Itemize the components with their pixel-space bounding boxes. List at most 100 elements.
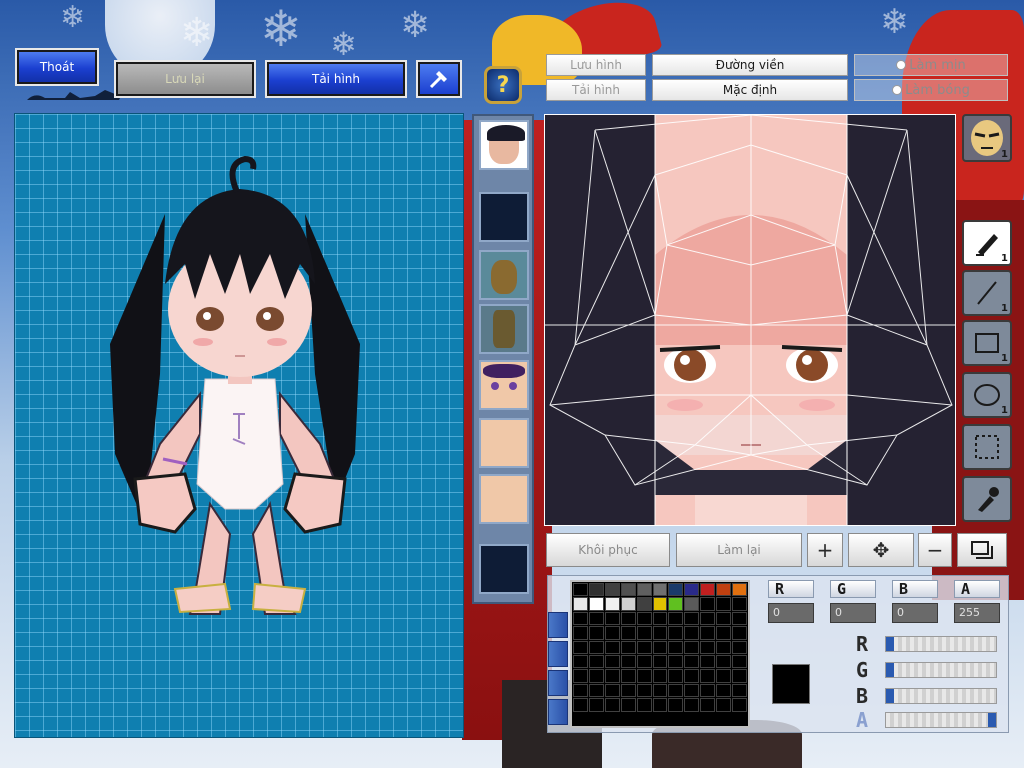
palette-swatch[interactable] — [620, 654, 636, 669]
skin-thumb-6[interactable] — [479, 418, 529, 468]
palette-swatch[interactable] — [620, 597, 636, 611]
palette-swatch[interactable] — [573, 683, 588, 698]
palette-swatch[interactable] — [700, 698, 716, 712]
palette-swatch[interactable] — [700, 669, 716, 683]
palette-swatch[interactable] — [716, 683, 732, 698]
palette-swatch[interactable] — [636, 669, 652, 683]
palette-tab-1[interactable] — [548, 612, 568, 638]
palette-swatch[interactable] — [700, 611, 716, 626]
redo-button[interactable]: Làm lại — [676, 533, 802, 567]
rect-tool[interactable]: 1 — [962, 320, 1012, 366]
palette-swatch[interactable] — [652, 640, 668, 654]
palette-swatch[interactable] — [652, 626, 668, 640]
palette-swatch[interactable] — [652, 597, 668, 611]
eyedropper-tool[interactable] — [962, 476, 1012, 522]
palette-swatch[interactable] — [620, 611, 636, 626]
palette-swatch[interactable] — [668, 654, 684, 669]
green-slider[interactable] — [885, 662, 997, 678]
palette-tab-2[interactable] — [548, 641, 568, 667]
alpha-slider[interactable] — [885, 712, 997, 728]
face-thumb-5[interactable] — [479, 360, 529, 410]
palette-swatch[interactable] — [700, 683, 716, 698]
blue-slider-knob[interactable] — [886, 689, 894, 703]
palette-swatch[interactable] — [716, 640, 732, 654]
red-value-field[interactable]: 0 — [768, 603, 814, 623]
palette-swatch[interactable] — [684, 669, 700, 683]
palette-swatch[interactable] — [604, 626, 620, 640]
empty-thumb-8[interactable] — [479, 544, 529, 594]
palette-swatch[interactable] — [588, 698, 604, 712]
palette-swatch[interactable] — [700, 626, 716, 640]
palette-swatch[interactable] — [652, 654, 668, 669]
save-image-tab[interactable]: Lưu hình — [546, 54, 646, 76]
palette-swatch[interactable] — [700, 597, 716, 611]
palette-swatch[interactable] — [573, 669, 588, 683]
layer-button[interactable] — [957, 533, 1007, 567]
palette-swatch[interactable] — [668, 611, 684, 626]
palette-swatch[interactable] — [668, 669, 684, 683]
palette-swatch[interactable] — [588, 654, 604, 669]
palette-swatch[interactable] — [604, 597, 620, 611]
palette-swatch[interactable] — [604, 583, 620, 597]
palette-swatch[interactable] — [588, 640, 604, 654]
palette-tab-3[interactable] — [548, 670, 568, 696]
alpha-value-field[interactable]: 255 — [954, 603, 1000, 623]
ellipse-tool[interactable]: 1 — [962, 372, 1012, 418]
blue-value-field[interactable]: 0 — [892, 603, 938, 623]
palette-swatch[interactable] — [620, 698, 636, 712]
avatar-tool[interactable]: 1 — [962, 114, 1012, 162]
shine-option[interactable]: Làm bóng — [854, 79, 1008, 101]
outline-tab[interactable]: Đường viền — [652, 54, 848, 76]
palette-swatch[interactable] — [732, 654, 747, 669]
skin-thumb-7[interactable] — [479, 474, 529, 524]
palette-swatch[interactable] — [732, 611, 747, 626]
palette-swatch[interactable] — [588, 597, 604, 611]
palette-swatch[interactable] — [652, 669, 668, 683]
zoom-in-button[interactable]: + — [807, 533, 843, 567]
move-button[interactable]: ✥ — [848, 533, 914, 567]
palette-swatch[interactable] — [652, 611, 668, 626]
select-tool[interactable] — [962, 424, 1012, 470]
palette-swatch[interactable] — [668, 597, 684, 611]
palette-swatch[interactable] — [573, 583, 588, 597]
palette-swatch[interactable] — [620, 626, 636, 640]
exit-button[interactable]: Thoát — [15, 48, 99, 86]
palette-swatch[interactable] — [620, 640, 636, 654]
palette-swatch[interactable] — [732, 626, 747, 640]
palette-swatch[interactable] — [684, 640, 700, 654]
palette-swatch[interactable] — [700, 583, 716, 597]
palette-swatch[interactable] — [668, 626, 684, 640]
palette-swatch[interactable] — [732, 640, 747, 654]
palette-swatch[interactable] — [700, 640, 716, 654]
palette-swatch[interactable] — [652, 698, 668, 712]
palette-swatch[interactable] — [732, 698, 747, 712]
palette-swatch[interactable] — [620, 583, 636, 597]
load-image-tab[interactable]: Tải hình — [546, 79, 646, 101]
palette-swatch[interactable] — [620, 669, 636, 683]
palette-swatch[interactable] — [636, 698, 652, 712]
hammer-button[interactable] — [416, 60, 462, 98]
palette-swatch[interactable] — [716, 583, 732, 597]
palette-swatch[interactable] — [716, 698, 732, 712]
palette-swatch[interactable] — [732, 669, 747, 683]
palette-swatch[interactable] — [636, 626, 652, 640]
palette-swatch[interactable] — [573, 654, 588, 669]
palette-swatch[interactable] — [588, 669, 604, 683]
palette-swatch[interactable] — [588, 611, 604, 626]
palette-swatch[interactable] — [716, 654, 732, 669]
palette-swatch[interactable] — [604, 669, 620, 683]
palette-tab-4[interactable] — [548, 699, 568, 725]
palette-swatch[interactable] — [588, 583, 604, 597]
line-tool[interactable]: 1 — [962, 270, 1012, 316]
palette-swatch[interactable] — [684, 597, 700, 611]
palette-swatch[interactable] — [684, 683, 700, 698]
palette-swatch[interactable] — [636, 597, 652, 611]
palette-swatch[interactable] — [652, 583, 668, 597]
character-preview[interactable] — [14, 113, 464, 738]
help-button[interactable]: ? — [484, 66, 522, 104]
palette-swatch[interactable] — [636, 640, 652, 654]
palette-swatch[interactable] — [684, 583, 700, 597]
empty-thumb-2[interactable] — [479, 192, 529, 242]
palette-swatch[interactable] — [732, 683, 747, 698]
palette-swatch[interactable] — [588, 626, 604, 640]
